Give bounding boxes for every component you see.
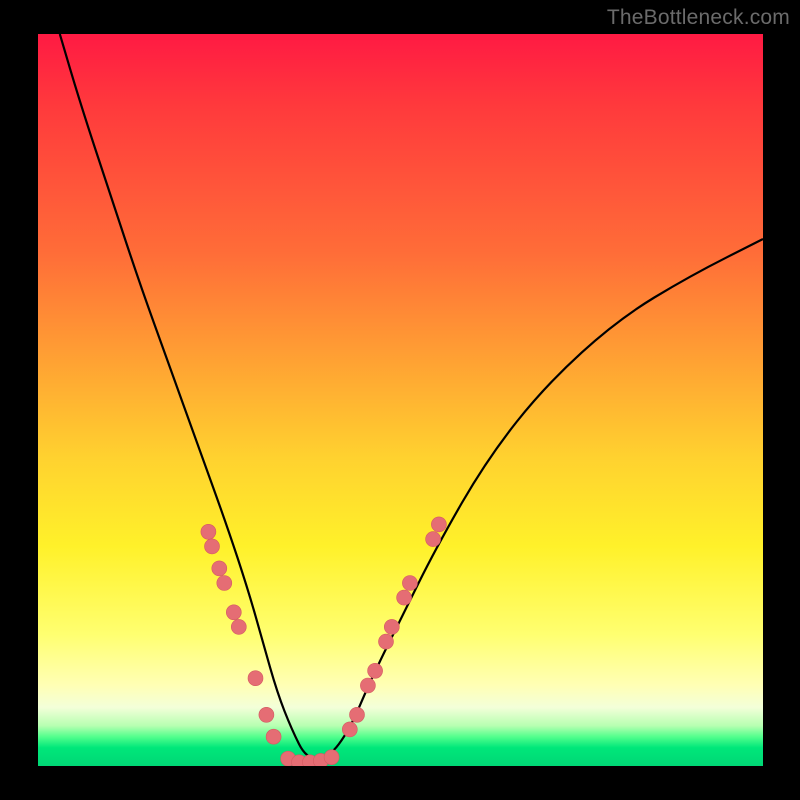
data-marker	[212, 561, 227, 576]
data-marker	[379, 634, 394, 649]
data-marker	[226, 605, 241, 620]
data-marker	[384, 619, 399, 634]
chart-frame: TheBottleneck.com	[0, 0, 800, 800]
data-marker	[350, 707, 365, 722]
data-marker	[360, 678, 375, 693]
plot-area	[38, 34, 763, 766]
data-marker	[402, 576, 417, 591]
chart-svg	[38, 34, 763, 766]
data-marker	[231, 619, 246, 634]
data-marker	[205, 539, 220, 554]
data-marker	[248, 671, 263, 686]
data-marker	[217, 576, 232, 591]
data-marker	[324, 750, 339, 765]
watermark-text: TheBottleneck.com	[607, 6, 790, 30]
data-marker	[397, 590, 412, 605]
data-marker	[368, 663, 383, 678]
data-markers	[201, 517, 447, 766]
data-marker	[201, 524, 216, 539]
data-marker	[431, 517, 446, 532]
data-marker	[426, 532, 441, 547]
data-marker	[342, 722, 357, 737]
data-marker	[266, 729, 281, 744]
data-marker	[259, 707, 274, 722]
bottleneck-curve	[60, 34, 763, 759]
